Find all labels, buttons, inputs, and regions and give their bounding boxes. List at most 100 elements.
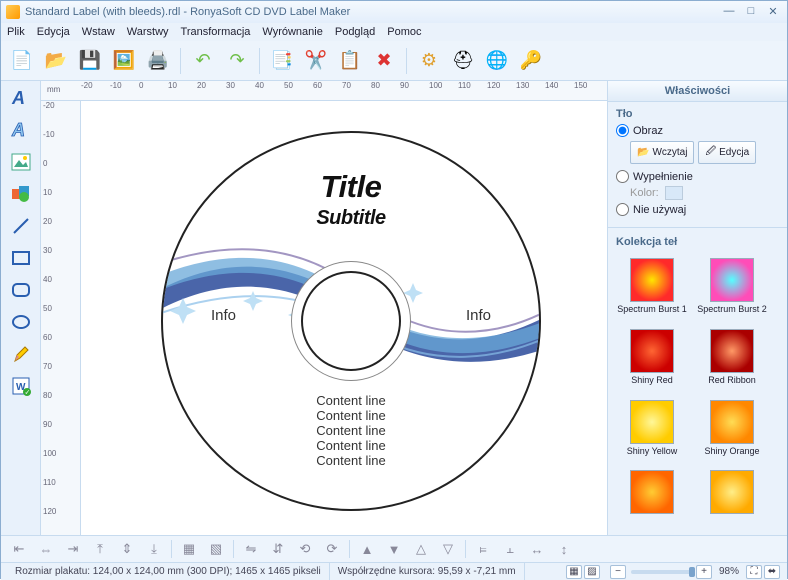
collection-title: Kolekcja teł bbox=[616, 236, 779, 248]
copy-button[interactable]: 📑 bbox=[267, 46, 297, 76]
roundrect-tool[interactable] bbox=[7, 277, 35, 303]
cd-content-lines[interactable]: Content line Content line Content line C… bbox=[163, 393, 539, 468]
bg-item[interactable]: Spectrum Burst 2 bbox=[692, 258, 772, 325]
print-button[interactable]: 🖨️ bbox=[143, 46, 173, 76]
bring-front-button[interactable]: ▲ bbox=[355, 539, 379, 559]
bg-item[interactable] bbox=[692, 470, 772, 527]
radio-none[interactable]: Nie używaj bbox=[616, 203, 779, 216]
line-tool[interactable] bbox=[7, 213, 35, 239]
delete-icon: ✖ bbox=[376, 50, 391, 71]
lifebuoy-icon: ⛑ bbox=[452, 50, 475, 71]
bg-item[interactable]: Red Ribbon bbox=[692, 329, 772, 396]
rotate-right-button[interactable]: ⟳ bbox=[320, 539, 344, 559]
radio-fill[interactable]: Wypełnienie bbox=[616, 170, 779, 183]
richtext-tool[interactable]: W✓ bbox=[7, 373, 35, 399]
cd-title[interactable]: Title bbox=[163, 169, 539, 205]
cd-hole bbox=[301, 271, 401, 371]
bg-thumb bbox=[630, 400, 674, 444]
statusbar: Rozmiar plakatu: 124,00 x 124,00 mm (300… bbox=[1, 562, 787, 580]
menu-edit[interactable]: Edycja bbox=[37, 26, 70, 38]
left-toolbar: A A W✓ bbox=[1, 81, 41, 535]
send-back-button[interactable]: ▼ bbox=[382, 539, 406, 559]
register-button[interactable]: 🔑 bbox=[516, 46, 546, 76]
line-icon bbox=[11, 216, 31, 236]
zoom-slider[interactable] bbox=[631, 570, 691, 574]
snap-toggle-button[interactable]: ▨ bbox=[584, 565, 600, 579]
dist-v-button[interactable]: ⫠ bbox=[498, 539, 522, 559]
zoom-in-button[interactable]: + bbox=[696, 565, 712, 579]
ungroup-button[interactable]: ▧ bbox=[204, 539, 228, 559]
bg-label: Red Ribbon bbox=[692, 375, 772, 385]
menu-layers[interactable]: Warstwy bbox=[127, 26, 169, 38]
align-center-v-button[interactable]: ⇕ bbox=[115, 539, 139, 559]
bring-forward-button[interactable]: △ bbox=[409, 539, 433, 559]
menu-help[interactable]: Pomoc bbox=[387, 26, 421, 38]
edit-bg-button[interactable]: 🖉Edycja bbox=[698, 141, 756, 164]
maximize-button[interactable]: □ bbox=[742, 5, 760, 19]
paste-button[interactable]: 📋 bbox=[335, 46, 365, 76]
menu-insert[interactable]: Wstaw bbox=[82, 26, 115, 38]
bg-item[interactable]: Shiny Yellow bbox=[612, 400, 692, 467]
minimize-button[interactable]: — bbox=[720, 5, 738, 19]
web-button[interactable]: 🌐 bbox=[482, 46, 512, 76]
fit-page-button[interactable]: ⛶ bbox=[746, 565, 762, 579]
menu-align[interactable]: Wyrównanie bbox=[262, 26, 322, 38]
cd-info-left[interactable]: Info bbox=[211, 307, 236, 324]
same-width-button[interactable]: ↔ bbox=[525, 539, 549, 559]
bg-item[interactable]: Spectrum Burst 1 bbox=[612, 258, 692, 325]
undo-button[interactable]: ↶ bbox=[188, 46, 218, 76]
content-line: Content line bbox=[163, 408, 539, 423]
bg-thumb bbox=[630, 329, 674, 373]
flip-h-button[interactable]: ⇋ bbox=[239, 539, 263, 559]
ellipse-tool[interactable] bbox=[7, 309, 35, 335]
flip-v-button[interactable]: ⇵ bbox=[266, 539, 290, 559]
cd-info-right[interactable]: Info bbox=[466, 307, 491, 324]
pencil-tool[interactable] bbox=[7, 341, 35, 367]
cut-button[interactable]: ✂️ bbox=[301, 46, 331, 76]
same-height-button[interactable]: ↕ bbox=[552, 539, 576, 559]
send-backward-button[interactable]: ▽ bbox=[436, 539, 460, 559]
open-button[interactable]: 📂 bbox=[41, 46, 71, 76]
menu-file[interactable]: Plik bbox=[7, 26, 25, 38]
align-top-button[interactable]: ⤒ bbox=[88, 539, 112, 559]
grid-toggle-button[interactable]: ▦ bbox=[566, 565, 582, 579]
bg-item[interactable] bbox=[612, 470, 692, 527]
export-button[interactable]: 🖼️ bbox=[109, 46, 139, 76]
canvas[interactable]: Title Subtitle Info Info Content line Co… bbox=[81, 101, 607, 535]
svg-text:✓: ✓ bbox=[24, 390, 30, 397]
menu-transform[interactable]: Transformacja bbox=[181, 26, 251, 38]
image-tool[interactable] bbox=[7, 149, 35, 175]
cd-subtitle[interactable]: Subtitle bbox=[163, 207, 539, 230]
cd-label[interactable]: Title Subtitle Info Info Content line Co… bbox=[161, 131, 541, 511]
align-left-button[interactable]: ⇤ bbox=[7, 539, 31, 559]
rect-tool[interactable] bbox=[7, 245, 35, 271]
help-button[interactable]: ⛑ bbox=[448, 46, 478, 76]
save-button[interactable]: 💾 bbox=[75, 46, 105, 76]
menu-preview[interactable]: Podgląd bbox=[335, 26, 375, 38]
redo-button[interactable]: ↷ bbox=[222, 46, 252, 76]
text-tool[interactable]: A bbox=[7, 85, 35, 111]
bg-item[interactable]: Shiny Red bbox=[612, 329, 692, 396]
pencil-icon bbox=[12, 344, 30, 364]
align-right-button[interactable]: ⇥ bbox=[61, 539, 85, 559]
color-swatch[interactable] bbox=[665, 186, 683, 200]
settings-button[interactable]: ⚙ bbox=[414, 46, 444, 76]
rotate-left-button[interactable]: ⟲ bbox=[293, 539, 317, 559]
background-grid: Spectrum Burst 1Spectrum Burst 2Shiny Re… bbox=[608, 254, 787, 535]
close-button[interactable]: ✕ bbox=[764, 5, 782, 19]
align-bottom-button[interactable]: ⤓ bbox=[142, 539, 166, 559]
bg-item[interactable]: Shiny Orange bbox=[692, 400, 772, 467]
dist-h-button[interactable]: ⫢ bbox=[471, 539, 495, 559]
print-icon: 🖨️ bbox=[147, 50, 169, 71]
load-bg-button[interactable]: 📂Wczytaj bbox=[630, 141, 694, 164]
radio-image[interactable]: Obraz bbox=[616, 124, 779, 137]
ruler-horizontal: mm -20-100102030405060708090100110120130… bbox=[41, 81, 607, 101]
group-button[interactable]: ▦ bbox=[177, 539, 201, 559]
zoom-out-button[interactable]: − bbox=[610, 565, 626, 579]
fit-width-button[interactable]: ⬌ bbox=[764, 565, 780, 579]
new-button[interactable]: 📄 bbox=[7, 46, 37, 76]
shapes-tool[interactable] bbox=[7, 181, 35, 207]
delete-button[interactable]: ✖ bbox=[369, 46, 399, 76]
styled-text-tool[interactable]: A bbox=[7, 117, 35, 143]
align-center-h-button[interactable]: ⇔ bbox=[34, 539, 58, 559]
